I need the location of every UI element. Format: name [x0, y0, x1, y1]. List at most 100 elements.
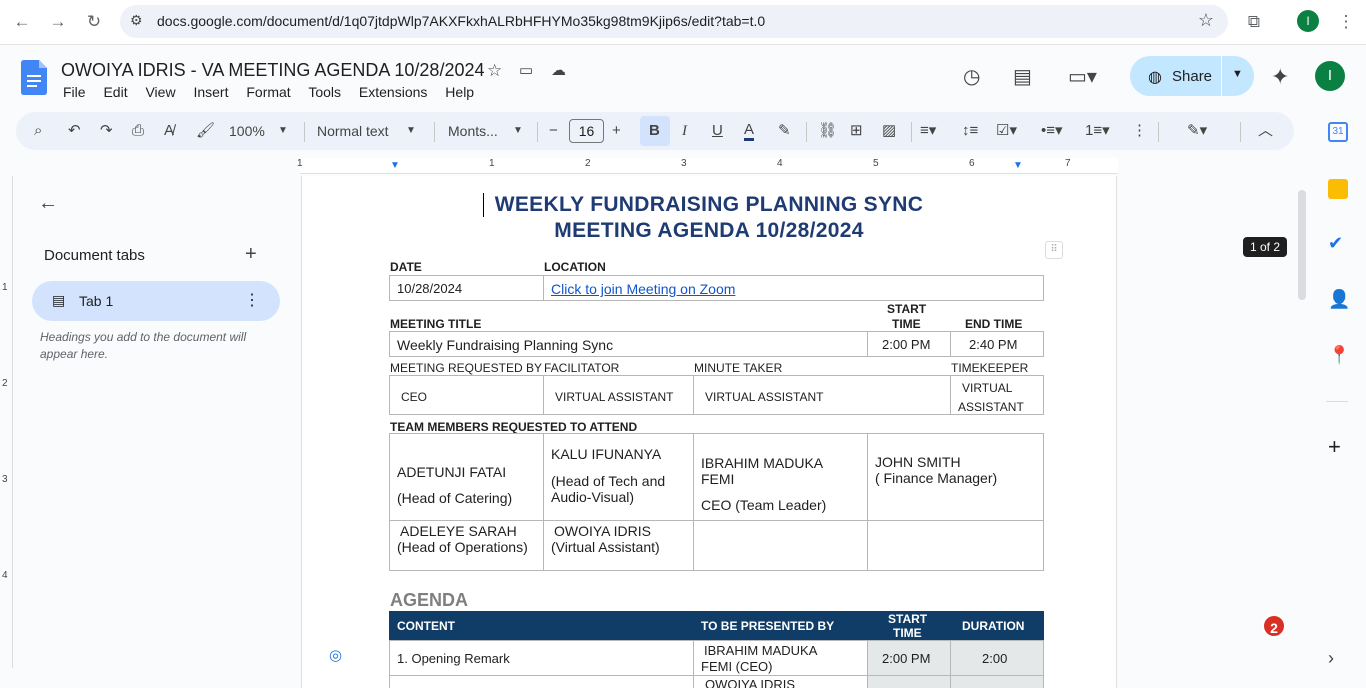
decrease-font-icon[interactable]: − — [549, 121, 558, 141]
checklist-icon[interactable]: ☑▾ — [996, 121, 1017, 141]
member-cell[interactable]: ADELEYE SARAH (Head of Operations) — [389, 520, 544, 571]
location-cell[interactable]: Click to join Meeting on Zoom — [543, 275, 1044, 301]
redo-icon[interactable]: ↷ — [100, 121, 113, 141]
add-tab-icon[interactable]: + — [245, 243, 257, 266]
back-icon[interactable]: ← — [11, 11, 33, 33]
add-comment-icon[interactable]: ⊞ — [850, 121, 863, 141]
agenda-row-duration[interactable] — [950, 675, 1044, 688]
start-time-cell[interactable]: 2:00 PM — [867, 331, 951, 357]
menu-help[interactable]: Help — [445, 84, 474, 100]
agenda-row-presenter[interactable]: OWOIYA IDRIS — [693, 675, 868, 688]
browser-profile-avatar[interactable]: I — [1297, 10, 1319, 32]
menu-insert[interactable]: Insert — [193, 84, 228, 100]
bookmark-star-icon[interactable]: ☆ — [1198, 10, 1214, 31]
font-select[interactable]: Monts... — [448, 121, 498, 141]
line-spacing-icon[interactable]: ↕≡ — [962, 121, 978, 141]
agenda-row-start[interactable]: 2:00 PM — [867, 640, 951, 676]
zoom-link[interactable]: Click to join Meeting on Zoom — [551, 281, 735, 297]
member-cell[interactable]: IBRAHIM MADUKA FEMI CEO (Team Leader) — [693, 433, 868, 521]
share-button[interactable]: ◍ Share ▼ — [1130, 56, 1254, 96]
numbered-list-icon[interactable]: 1≡▾ — [1085, 121, 1110, 141]
share-dropdown-icon[interactable]: ▼ — [1232, 68, 1243, 80]
move-folder-icon[interactable]: ▭ — [519, 61, 533, 79]
zoom-select[interactable]: 100% — [229, 121, 265, 141]
google-docs-logo[interactable] — [21, 60, 47, 95]
requested-by-cell[interactable]: CEO — [389, 375, 544, 415]
address-bar[interactable]: ⚙ docs.google.com/document/d/1q07jtdpWlp… — [120, 5, 1228, 38]
timekeeper-cell[interactable]: VIRTUAL ASSISTANT — [950, 375, 1044, 415]
link-icon[interactable]: ⛓ — [818, 121, 837, 141]
url-text[interactable]: docs.google.com/document/d/1q07jtdpWlp7A… — [157, 13, 765, 29]
underline-icon[interactable]: U — [712, 121, 723, 141]
close-outline-icon[interactable]: ← — [38, 192, 58, 215]
keep-icon[interactable] — [1328, 179, 1348, 199]
tab-1[interactable]: ▤ Tab 1 ⋮ — [32, 281, 280, 321]
get-addons-icon[interactable]: + — [1328, 434, 1341, 460]
notification-badge[interactable]: 2 — [1262, 614, 1286, 638]
end-time-cell[interactable]: 2:40 PM — [950, 331, 1044, 357]
menu-file[interactable]: File — [63, 84, 86, 100]
undo-icon[interactable]: ↶ — [68, 121, 81, 141]
member-cell[interactable]: JOHN SMITH ( Finance Manager) — [867, 433, 1044, 521]
zoom-caret-icon[interactable]: ▼ — [278, 121, 288, 141]
right-indent-marker-icon[interactable]: ▼ — [1013, 160, 1023, 171]
fingerprint-icon[interactable]: ◎ — [329, 646, 342, 664]
menu-extensions[interactable]: Extensions — [359, 84, 427, 100]
contacts-icon[interactable]: 👤 — [1328, 289, 1350, 310]
maps-icon[interactable]: 📍 — [1328, 345, 1350, 366]
horizontal-ruler[interactable]: 1 1 2 3 4 5 6 7 ▼ ▼ — [297, 158, 1118, 174]
editing-mode-icon[interactable]: ✎▾ — [1187, 121, 1207, 141]
insert-image-icon[interactable]: ▨ — [882, 121, 896, 141]
tab-options-icon[interactable]: ⋮ — [244, 290, 260, 310]
member-cell[interactable]: ADETUNJI FATAI (Head of Catering) — [389, 433, 544, 521]
style-select[interactable]: Normal text — [317, 121, 389, 141]
calendar-icon[interactable]: 31 — [1328, 122, 1348, 142]
gemini-icon[interactable]: ✦ — [1271, 64, 1289, 90]
bold-icon[interactable]: B — [649, 121, 660, 141]
menu-format[interactable]: Format — [246, 84, 290, 100]
more-options-icon[interactable]: ⋮ — [1132, 121, 1147, 141]
minute-taker-cell[interactable]: VIRTUAL ASSISTANT — [693, 375, 951, 415]
vertical-ruler[interactable]: 1 2 3 4 — [2, 176, 18, 668]
extensions-icon[interactable]: ⧉ — [1243, 11, 1265, 33]
menu-edit[interactable]: Edit — [103, 84, 127, 100]
menu-tools[interactable]: Tools — [308, 84, 341, 100]
site-info-icon[interactable]: ⚙ — [130, 12, 143, 29]
date-cell[interactable]: 10/28/2024 — [389, 275, 544, 301]
search-menus-icon[interactable]: ⌕ — [34, 121, 42, 141]
highlight-icon[interactable]: ✎ — [778, 121, 791, 141]
member-cell-empty[interactable] — [867, 520, 1044, 571]
doc-heading-line1[interactable]: WEEKLY FUNDRAISING PLANNING SYNC — [301, 193, 1117, 217]
spellcheck-icon[interactable]: A̸ — [164, 121, 174, 141]
hide-menus-icon[interactable]: ︿ — [1258, 121, 1273, 141]
member-cell[interactable]: OWOIYA IDRIS (Virtual Assistant) — [543, 520, 694, 571]
bulleted-list-icon[interactable]: •≡▾ — [1041, 121, 1063, 141]
agenda-row-duration[interactable]: 2:00 — [950, 640, 1044, 676]
meeting-title-cell[interactable]: Weekly Fundraising Planning Sync — [389, 331, 868, 357]
menu-view[interactable]: View — [145, 84, 175, 100]
text-color-icon[interactable]: A — [744, 121, 755, 141]
agenda-row-content[interactable] — [389, 675, 694, 688]
agenda-row-start[interactable] — [867, 675, 951, 688]
font-size-input[interactable]: 16 — [569, 119, 604, 143]
increase-font-icon[interactable]: + — [612, 121, 621, 141]
agenda-row-presenter[interactable]: IBRAHIM MADUKA FEMI (CEO) — [693, 640, 868, 676]
left-indent-marker-icon[interactable]: ▼ — [390, 160, 400, 171]
expand-panel-icon[interactable]: › — [1328, 648, 1334, 669]
doc-heading-line2[interactable]: MEETING AGENDA 10/28/2024 — [301, 219, 1117, 243]
version-history-icon[interactable]: ◷ — [963, 64, 980, 89]
cloud-status-icon[interactable]: ☁ — [551, 61, 566, 79]
account-avatar[interactable]: I — [1315, 61, 1345, 91]
agenda-row-content[interactable]: 1. Opening Remark — [389, 640, 694, 676]
star-icon[interactable]: ☆ — [487, 61, 502, 81]
style-caret-icon[interactable]: ▼ — [406, 121, 416, 141]
tasks-icon[interactable]: ✔ — [1328, 233, 1343, 254]
reload-icon[interactable]: ↻ — [83, 11, 105, 33]
comments-icon[interactable]: ▤ — [1013, 64, 1032, 89]
paint-format-icon[interactable]: 🖌 — [196, 121, 215, 141]
font-caret-icon[interactable]: ▼ — [513, 121, 523, 141]
table-handle-icon[interactable]: ⠿ — [1045, 241, 1063, 259]
meet-icon[interactable]: ▭▾ — [1068, 64, 1097, 89]
member-cell-empty[interactable] — [693, 520, 868, 571]
browser-menu-icon[interactable]: ⋮ — [1335, 11, 1357, 33]
